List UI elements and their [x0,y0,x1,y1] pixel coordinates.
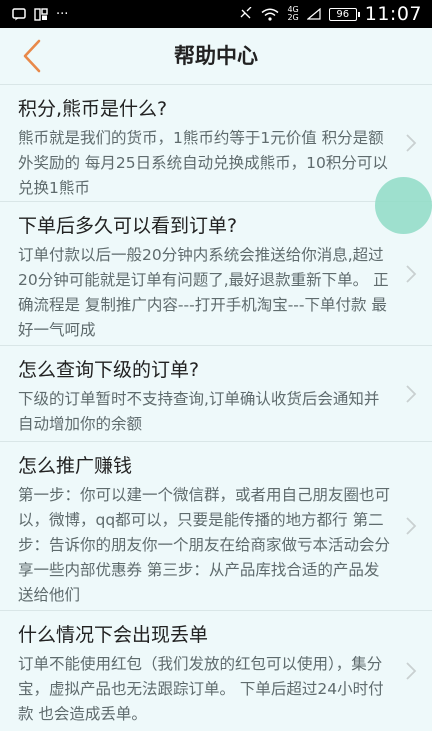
network-indicator: 4G 2G [287,6,298,22]
faq-item[interactable]: 下单后多久可以看到订单? 订单付款以后一般20分钟内系统会推送给你消息,超过20… [0,202,432,346]
faq-answer: 第一步：你可以建一个微信群，或者用自己朋友圈也可以，微博，qq都可以，只要是能传… [18,486,391,604]
faq-item[interactable]: 积分,熊币是什么? 熊币就是我们的货币，1熊币约等于1元价值 积分是额外奖励的 … [0,85,432,202]
faq-item[interactable]: 什么情况下会出现丢单 订单不能使用红包（我们发放的红包可以使用），集分宝，虚拟产… [0,611,432,731]
status-bar: ··· 4G 2G 96 11:07 [0,0,432,28]
status-time: 11:07 [364,3,422,25]
vibrate-icon [240,7,252,19]
faq-question: 什么情况下会出现丢单 [18,624,209,646]
floating-assistive-button[interactable] [375,177,432,234]
faq-question: 下单后多久可以看到订单? [18,215,238,237]
chevron-right-icon [406,264,417,283]
app-header: 帮助中心 [0,28,432,85]
chevron-right-icon [406,517,417,535]
chevron-left-icon [23,39,41,73]
battery-level: 96 [336,8,350,20]
faq-item[interactable]: 怎么查询下级的订单? 下级的订单暂时不支持查询,订单确认收货后会通知并自动增加你… [0,346,432,442]
faq-answer: 订单付款以后一般20分钟内系统会推送给你消息,超过20分钟可能就是订单有问题了,… [18,246,389,339]
wifi-icon [261,8,279,21]
page-title: 帮助中心 [174,44,258,68]
chevron-right-icon [406,662,417,680]
faq-question: 怎么推广赚钱 [18,455,133,477]
network-bottom-label: 2G [287,13,299,22]
faq-answer: 下级的订单暂时不支持查询,订单确认收货后会通知并自动增加你的余额 [18,390,380,433]
faq-question: 积分,熊币是什么? [18,98,168,120]
notification-icon [34,7,48,21]
chevron-right-icon [406,134,417,152]
status-bar-left: ··· [12,7,68,22]
faq-list: 积分,熊币是什么? 熊币就是我们的货币，1熊币约等于1元价值 积分是额外奖励的 … [0,85,432,731]
message-icon [12,7,26,20]
faq-answer: 订单不能使用红包（我们发放的红包可以使用），集分宝，虚拟产品也无法跟踪订单。 下… [18,655,384,723]
faq-item[interactable]: 怎么推广赚钱 第一步：你可以建一个微信群，或者用自己朋友圈也可以，微博，qq都可… [0,442,432,611]
battery-icon: 96 [328,7,360,21]
faq-answer: 熊币就是我们的货币，1熊币约等于1元价值 积分是额外奖励的 每月25日系统自动兑… [18,129,388,197]
status-bar-right: 4G 2G 96 11:07 [239,3,422,25]
back-button[interactable] [14,36,50,76]
faq-question: 怎么查询下级的订单? [18,359,200,381]
more-icon: ··· [56,6,69,22]
signal-icon [306,8,321,20]
chevron-right-icon [406,384,417,403]
